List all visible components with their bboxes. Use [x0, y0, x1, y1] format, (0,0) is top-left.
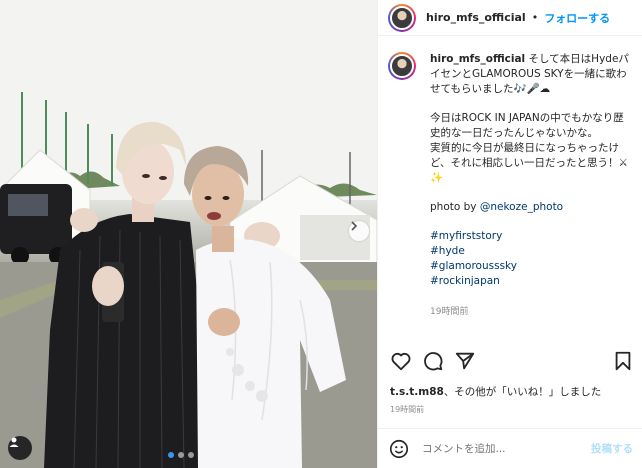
- follow-button[interactable]: フォローする: [544, 10, 610, 26]
- heart-icon[interactable]: [390, 350, 412, 372]
- comment-icon[interactable]: [422, 350, 444, 372]
- paper-plane-icon[interactable]: [454, 350, 476, 372]
- likes-summary: t.s.t.m88、その他が「いいね！」しました: [390, 384, 601, 399]
- hashtag-list: #myfirststory #hyde #glamorousssky #rock…: [430, 229, 633, 289]
- caption-paragraph: 今日はROCK IN JAPANの中でもかなり歴史的な一日だったんじゃないかな。: [430, 112, 624, 139]
- caption: hiro_mfs_official そして本日はHydeパイセンとGLAMORO…: [378, 52, 642, 320]
- carousel-dot: [178, 452, 184, 458]
- post-comment-button[interactable]: 投稿する: [591, 441, 633, 456]
- header-separator: •: [531, 11, 539, 24]
- caption-body: hiro_mfs_official そして本日はHydeパイセンとGLAMORO…: [430, 52, 633, 320]
- tagged-users-button[interactable]: [8, 436, 32, 460]
- hashtag-link[interactable]: #rockinjapan: [430, 274, 633, 289]
- user-tag-icon: [9, 437, 19, 447]
- chevron-right-icon: [351, 221, 358, 231]
- hashtag-link[interactable]: #hyde: [430, 244, 633, 259]
- caption-avatar[interactable]: [388, 52, 416, 80]
- post-header: hiro_mfs_official • フォローする: [378, 0, 642, 36]
- post-timestamp: 19時間前: [390, 405, 425, 414]
- caption-paragraph-text: 実質的に今日が最終日になっちゃったけど、それに相応しい一日だったと思う！: [430, 142, 619, 169]
- post-photo[interactable]: [0, 0, 377, 468]
- next-photo-button[interactable]: [349, 221, 369, 241]
- photo-illustration: [0, 0, 377, 468]
- carousel-dot: [188, 452, 194, 458]
- hashtag-link[interactable]: #glamorousssky: [430, 259, 633, 274]
- carousel-dot: [168, 452, 174, 458]
- hashtag-link[interactable]: #myfirststory: [430, 229, 633, 244]
- caption-paragraph-3: 実質的に今日が最終日になっちゃったけど、それに相応しい一日だったと思う！⚔✨: [430, 141, 633, 186]
- post-sidebar: hiro_mfs_official • フォローする hiro_mfs_offi…: [377, 0, 642, 468]
- caption-username[interactable]: hiro_mfs_official: [430, 53, 525, 65]
- avatar[interactable]: [388, 3, 416, 32]
- comment-input[interactable]: [422, 442, 572, 455]
- likes-user[interactable]: t.s.t.m88: [390, 386, 444, 398]
- likes-suffix[interactable]: 、その他が「いいね！」しました: [444, 386, 602, 398]
- bookmark-icon[interactable]: [612, 350, 634, 372]
- photo-credit-prefix: photo by: [430, 201, 477, 213]
- smiley-icon[interactable]: [388, 438, 410, 460]
- comment-bar: 投稿する: [378, 428, 642, 468]
- caption-intro-emoji: 🎶🎤☁: [513, 83, 551, 95]
- photo-credit-link[interactable]: @nekoze_photo: [480, 201, 563, 213]
- header-username[interactable]: hiro_mfs_official: [426, 11, 526, 24]
- action-bar: [390, 350, 634, 372]
- carousel-indicator: [168, 452, 194, 458]
- caption-timestamp: 19時間前: [430, 307, 469, 317]
- photo-credit: photo by @nekoze_photo: [430, 200, 633, 215]
